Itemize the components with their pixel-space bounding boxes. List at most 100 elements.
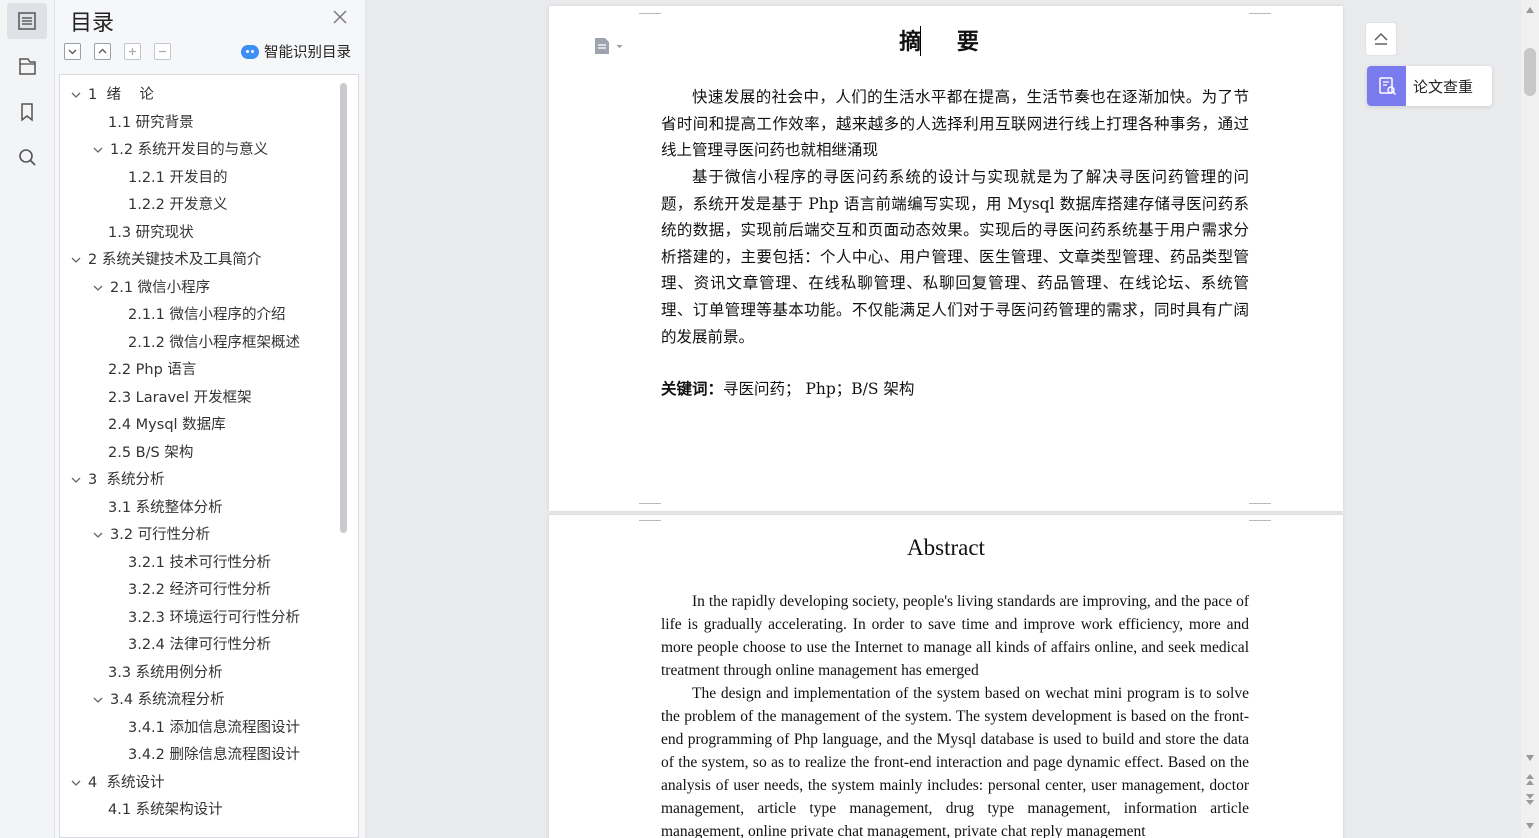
toc-item-label: 3.4.1 添加信息流程图设计 — [128, 719, 301, 736]
hierarchy-icon[interactable] — [7, 48, 47, 84]
plus-icon — [129, 48, 136, 55]
toc-item-label: 2 系统关键技术及工具简介 — [88, 252, 262, 268]
toc-item-label: 1.1 研究背景 — [108, 114, 194, 131]
chevron-down-icon[interactable] — [68, 87, 84, 103]
toc-item[interactable]: 3.4 系统流程分析 — [90, 687, 225, 713]
toc-item-label: 2.5 B/S 架构 — [108, 444, 194, 461]
chevron-down-icon[interactable] — [68, 252, 84, 268]
toc-item-label: 3.2.2 经济可行性分析 — [128, 582, 272, 598]
toc-item-label: 2.4 Mysql 数据库 — [108, 417, 226, 433]
toc-item[interactable]: 2.1 微信小程序 — [90, 275, 210, 301]
bookmark-icon[interactable] — [7, 94, 47, 130]
search-icon[interactable] — [7, 139, 47, 175]
chevron-down-icon[interactable] — [68, 775, 84, 791]
toc-item-label: 3.4 系统流程分析 — [110, 692, 225, 708]
toc-item[interactable]: 1.2.2 开发意义 — [128, 192, 228, 218]
page-corner-mark — [639, 6, 661, 14]
toc-item-label: 1.2.1 开发目的 — [128, 169, 228, 186]
toc-rail-icon[interactable] — [7, 3, 47, 39]
toc-item[interactable]: 2.3 Laravel 开发框架 — [108, 385, 252, 411]
toc-item[interactable]: 3.2.4 法律可行性分析 — [128, 632, 271, 658]
toc-item-label: 3.2.3 环境运行可行性分析 — [128, 609, 301, 626]
scroll-up-icon[interactable] — [1525, 6, 1535, 14]
keywords-label: 关键词： — [661, 379, 724, 398]
toc-item[interactable]: 1.2.1 开发目的 — [128, 165, 228, 191]
toc-item[interactable]: 4 系统设计 — [68, 770, 164, 796]
document-scrollbar[interactable] — [1521, 0, 1539, 838]
toc-item[interactable]: 3.1 系统整体分析 — [108, 495, 223, 521]
toc-item-label: 1.3 研究现状 — [108, 224, 194, 241]
toc-item-label: 1.2.2 开发意义 — [128, 197, 228, 213]
english-abstract-heading: Abstract — [907, 535, 985, 560]
remove-heading-button[interactable] — [154, 43, 171, 60]
chevron-down-icon — [68, 49, 77, 55]
toc-item-label: 2.1.1 微信小程序的介绍 — [128, 307, 286, 323]
collapse-all-button[interactable] — [94, 43, 111, 60]
toc-item[interactable]: 2.1.2 微信小程序框架概述 — [128, 330, 300, 356]
collapse-toolbar-button[interactable] — [1365, 22, 1397, 56]
page-corner-mark — [1249, 6, 1271, 14]
chevron-down-icon[interactable] — [68, 472, 84, 488]
page-down-icon[interactable] — [1525, 794, 1535, 806]
toc-item[interactable]: 1.2 系统开发目的与意义 — [90, 137, 268, 163]
scrollbar-thumb[interactable] — [1524, 48, 1536, 96]
plagiarism-check-button[interactable]: 论文查重 — [1367, 66, 1492, 106]
page-2: Abstract In the rapidly developing socie… — [549, 515, 1343, 838]
toc-item[interactable]: 3 系统分析 — [68, 467, 164, 493]
toc-item-label: 1 绪 论 — [88, 87, 154, 103]
plagiarism-check-icon — [1367, 66, 1406, 106]
toc-item[interactable]: 3.2 可行性分析 — [90, 522, 210, 548]
toc-item[interactable]: 3.3 系统用例分析 — [108, 660, 223, 686]
toc-item-label: 2.2 Php 语言 — [108, 362, 197, 378]
toc-item-label: 3.3 系统用例分析 — [108, 664, 223, 681]
toc-item[interactable]: 1 绪 论 — [68, 82, 154, 108]
chevron-down-icon[interactable] — [90, 692, 106, 708]
scroll-down-icon[interactable] — [1525, 754, 1535, 762]
close-icon[interactable] — [331, 8, 349, 26]
minus-icon — [159, 50, 166, 53]
toc-item[interactable]: 4.1 系统架构设计 — [108, 797, 223, 823]
toc-item-label: 2.1 微信小程序 — [110, 279, 211, 296]
scroll-end-icon[interactable] — [1525, 822, 1535, 830]
left-icon-rail — [0, 0, 55, 838]
smart-assistant-icon — [241, 44, 259, 59]
smart-toc-button[interactable]: 智能识别目录 — [241, 41, 351, 62]
toc-item-label: 3.2.1 技术可行性分析 — [128, 554, 272, 571]
expand-all-button[interactable] — [64, 43, 81, 60]
chinese-abstract-heading: 摘 要 — [899, 29, 993, 55]
chevron-down-icon[interactable] — [90, 527, 106, 543]
toc-item[interactable]: 2.5 B/S 架构 — [108, 440, 193, 466]
keywords-line: 关键词：寻医问药； Php；B/S 架构 — [661, 377, 914, 399]
add-heading-button[interactable] — [124, 43, 141, 60]
toc-item[interactable]: 3.4.2 删除信息流程图设计 — [128, 742, 300, 768]
toc-scrollbar[interactable] — [340, 83, 347, 533]
toc-item[interactable]: 3.4.1 添加信息流程图设计 — [128, 715, 300, 741]
toc-item-label: 3.2.4 法律可行性分析 — [128, 637, 272, 653]
toc-item-label: 3.1 系统整体分析 — [108, 499, 223, 516]
toc-item-label: 3.4.2 删除信息流程图设计 — [128, 747, 301, 763]
toc-item-label: 4 系统设计 — [88, 774, 165, 791]
chevron-down-icon[interactable] — [90, 142, 106, 158]
page-up-icon[interactable] — [1525, 774, 1535, 786]
toc-item[interactable]: 2.1.1 微信小程序的介绍 — [128, 302, 286, 328]
toc-item[interactable]: 3.2.3 环境运行可行性分析 — [128, 605, 300, 631]
page-corner-mark — [639, 513, 661, 521]
page-corner-mark — [1249, 513, 1271, 521]
toc-item[interactable]: 2 系统关键技术及工具简介 — [68, 247, 261, 273]
toc-panel: 目录 智能识别目录 1 绪 论 1.1 研究背景 1.2 系统开发目的与意义 1.2.… — [55, 0, 366, 838]
toc-item[interactable]: 3.2.1 技术可行性分析 — [128, 550, 271, 576]
toc-item[interactable]: 2.2 Php 语言 — [108, 357, 196, 383]
toc-item-label: 2.1.2 微信小程序框架概述 — [128, 334, 301, 351]
en-paragraph-2: The design and implementation of the sys… — [661, 685, 1249, 838]
toc-item[interactable]: 1.3 研究现状 — [108, 220, 194, 246]
toc-item[interactable]: 2.4 Mysql 数据库 — [108, 412, 226, 438]
toc-item-label: 2.3 Laravel 开发框架 — [108, 389, 252, 406]
toc-item[interactable]: 3.2.2 经济可行性分析 — [128, 577, 271, 603]
chevron-up-icon — [98, 48, 107, 54]
page-corner-mark — [639, 503, 661, 511]
toc-item[interactable]: 1.1 研究背景 — [108, 110, 194, 136]
keywords-value: 寻医问药； Php；B/S 架构 — [723, 380, 915, 398]
chevron-down-icon[interactable] — [90, 280, 106, 296]
cn-paragraph-2: 基于微信小程序的寻医问药系统的设计与实现就是为了解决寻医问药管理的问题，系统开发… — [661, 168, 1249, 346]
smart-toc-label: 智能识别目录 — [264, 45, 351, 61]
